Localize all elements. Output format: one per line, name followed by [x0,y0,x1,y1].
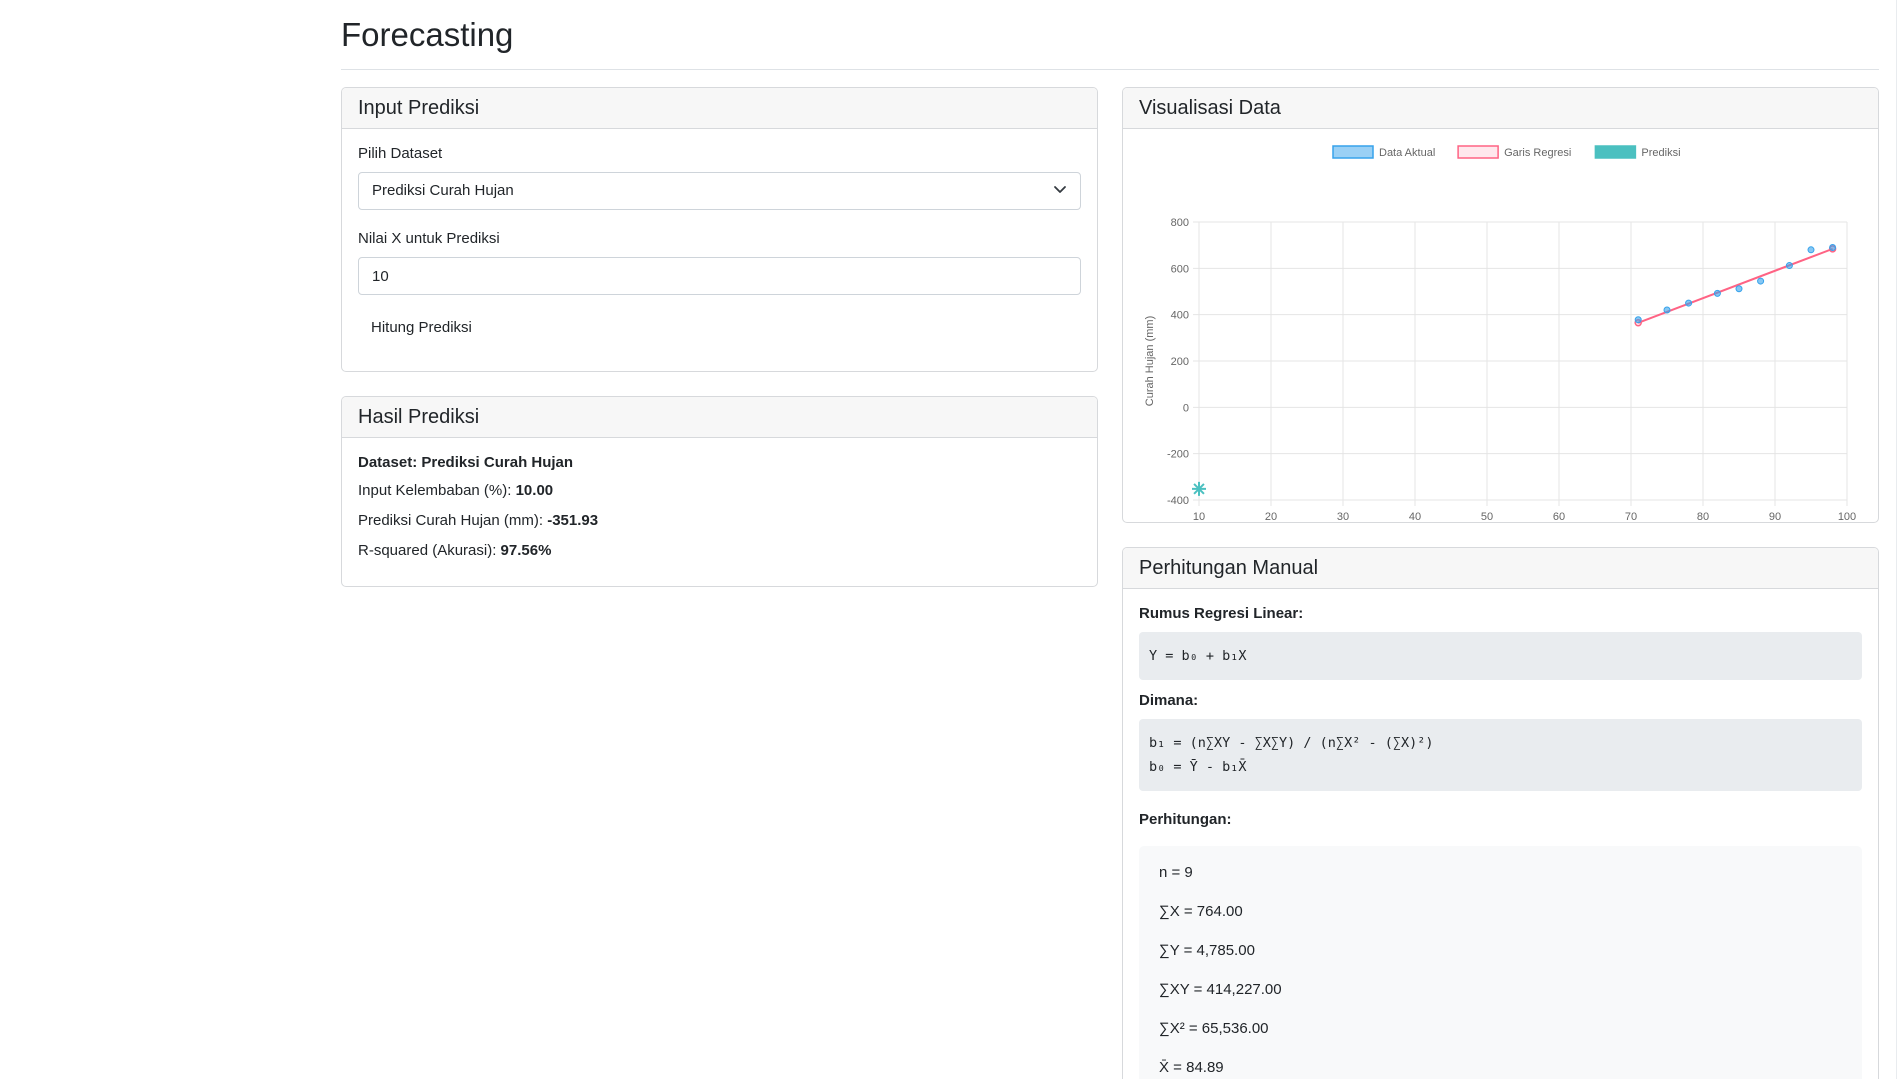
calc-line: X̄ = 84.89 [1159,1059,1224,1076]
y-tick-label: 800 [1171,217,1189,229]
y-tick-label: 600 [1171,263,1189,275]
result-card: Hasil Prediksi Dataset: Prediksi Curah H… [341,396,1098,587]
result-prediction: Prediksi Curah Hujan (mm): -351.93 [358,512,599,529]
data-point [1735,285,1743,293]
calc-label: Perhitungan: [1139,811,1232,828]
data-point [1829,243,1837,251]
chevron-down-icon [1054,186,1066,193]
where-label: Dimana: [1139,692,1199,709]
scrollbar-track[interactable] [1896,0,1897,1079]
y-tick-label: 400 [1171,310,1189,322]
x-tick-label: 80 [1697,511,1709,523]
legend-label: Garis Regresi [1504,147,1571,159]
where-box: b₁ = (n∑XY - ∑X∑Y) / (n∑X² - (∑X)²) b₀ = … [1139,719,1862,791]
dataset-select-value: Prediksi Curah Hujan [372,182,514,199]
x-tick-label: 70 [1625,511,1637,523]
manual-card-body: Rumus Regresi Linear: Y = b₀ + b₁X Diman… [1123,589,1878,1079]
data-point [1713,289,1721,297]
scatter-chart: 800 600 400 200 0 -200 -400 10 20 30 40 50 60 70 80 90 1… [1144,145,1856,523]
calc-line: ∑XY = 414,227.00 [1159,981,1282,998]
x-tick-label: 30 [1337,511,1349,523]
legend-label: Data Aktual [1379,147,1435,159]
data-point [1757,277,1765,285]
chart-container: 800 600 400 200 0 -200 -400 10 20 30 40 50 60 70 80 90 1… [1123,130,1878,523]
x-tick-label: 50 [1481,511,1493,523]
dataset-label: Pilih Dataset [358,145,443,162]
input-card-title: Input Prediksi [342,88,1097,129]
x-tick-label: 60 [1553,511,1565,523]
result-prediction-value: -351.93 [547,512,599,529]
input-card-body: Pilih Dataset Prediksi Curah Hujan Nilai… [342,129,1097,362]
data-point [1634,316,1642,324]
data-point [1685,299,1693,307]
input-card: Input Prediksi Pilih Dataset Prediksi Cu… [341,87,1098,372]
manual-card: Perhitungan Manual Rumus Regresi Linear:… [1122,547,1879,1079]
calc-line: n = 9 [1159,864,1193,881]
data-point [1785,262,1793,270]
page: Forecasting Input Prediksi Pilih Dataset… [0,0,1904,1079]
y-tick-label: -200 [1167,449,1189,461]
x-value-label: Nilai X untuk Prediksi [358,230,500,247]
result-dataset: Dataset: Prediksi Curah Hujan [358,454,574,471]
formula-label: Rumus Regresi Linear: [1139,605,1304,622]
x-tick-label: 100 [1838,511,1856,523]
visualization-card-title: Visualisasi Data [1123,88,1878,129]
result-input: Input Kelembaban (%): 10.00 [358,482,554,499]
calc-box: n = 9 ∑X = 764.00 ∑Y = 4,785.00 ∑XY = 41… [1139,846,1862,1079]
result-card-body: Dataset: Prediksi Curah Hujan Input Kele… [342,438,1097,586]
manual-card-title: Perhitungan Manual [1123,548,1878,589]
dataset-select[interactable]: Prediksi Curah Hujan [358,172,1081,210]
x-tick-label: 20 [1265,511,1277,523]
visualization-card: Visualisasi Data 800 600 400 200 0 -200 -400 10… [1122,87,1879,523]
calc-line: ∑X = 764.00 [1159,903,1243,920]
result-r-squared: R-squared (Akurasi): 97.56% [358,542,552,559]
title-divider [341,69,1879,70]
legend-label: Prediksi [1641,147,1680,159]
x-tick-label: 40 [1409,511,1421,523]
legend-swatch [1594,145,1637,159]
hitung-prediksi-button[interactable]: Hitung Prediksi [358,309,485,346]
calc-line: ∑X² = 65,536.00 [1159,1020,1269,1037]
result-r-squared-value: 97.56% [500,542,552,559]
result-input-value: 10.00 [515,482,554,499]
calc-line: ∑Y = 4,785.00 [1159,942,1255,959]
where-line-b1: b₁ = (n∑XY - ∑X∑Y) / (n∑X² - (∑X)²) [1149,735,1434,751]
data-point [1663,306,1671,314]
y-axis-label: Curah Hujan (mm) [1144,316,1156,406]
page-title: Forecasting [341,16,514,53]
y-tick-label: 200 [1171,356,1189,368]
y-tick-label: -400 [1167,495,1189,507]
x-tick-label: 10 [1193,511,1205,523]
y-tick-label: 0 [1183,402,1189,414]
data-point [1807,246,1815,254]
legend-swatch [1332,145,1374,159]
x-value-input[interactable]: 10 [358,257,1081,295]
result-card-title: Hasil Prediksi [342,397,1097,438]
legend-swatch [1457,145,1499,159]
where-line-b0: b₀ = Ȳ - b₁X̄ [1149,759,1247,775]
formula-box: Y = b₀ + b₁X [1139,632,1862,680]
x-tick-label: 90 [1769,511,1781,523]
